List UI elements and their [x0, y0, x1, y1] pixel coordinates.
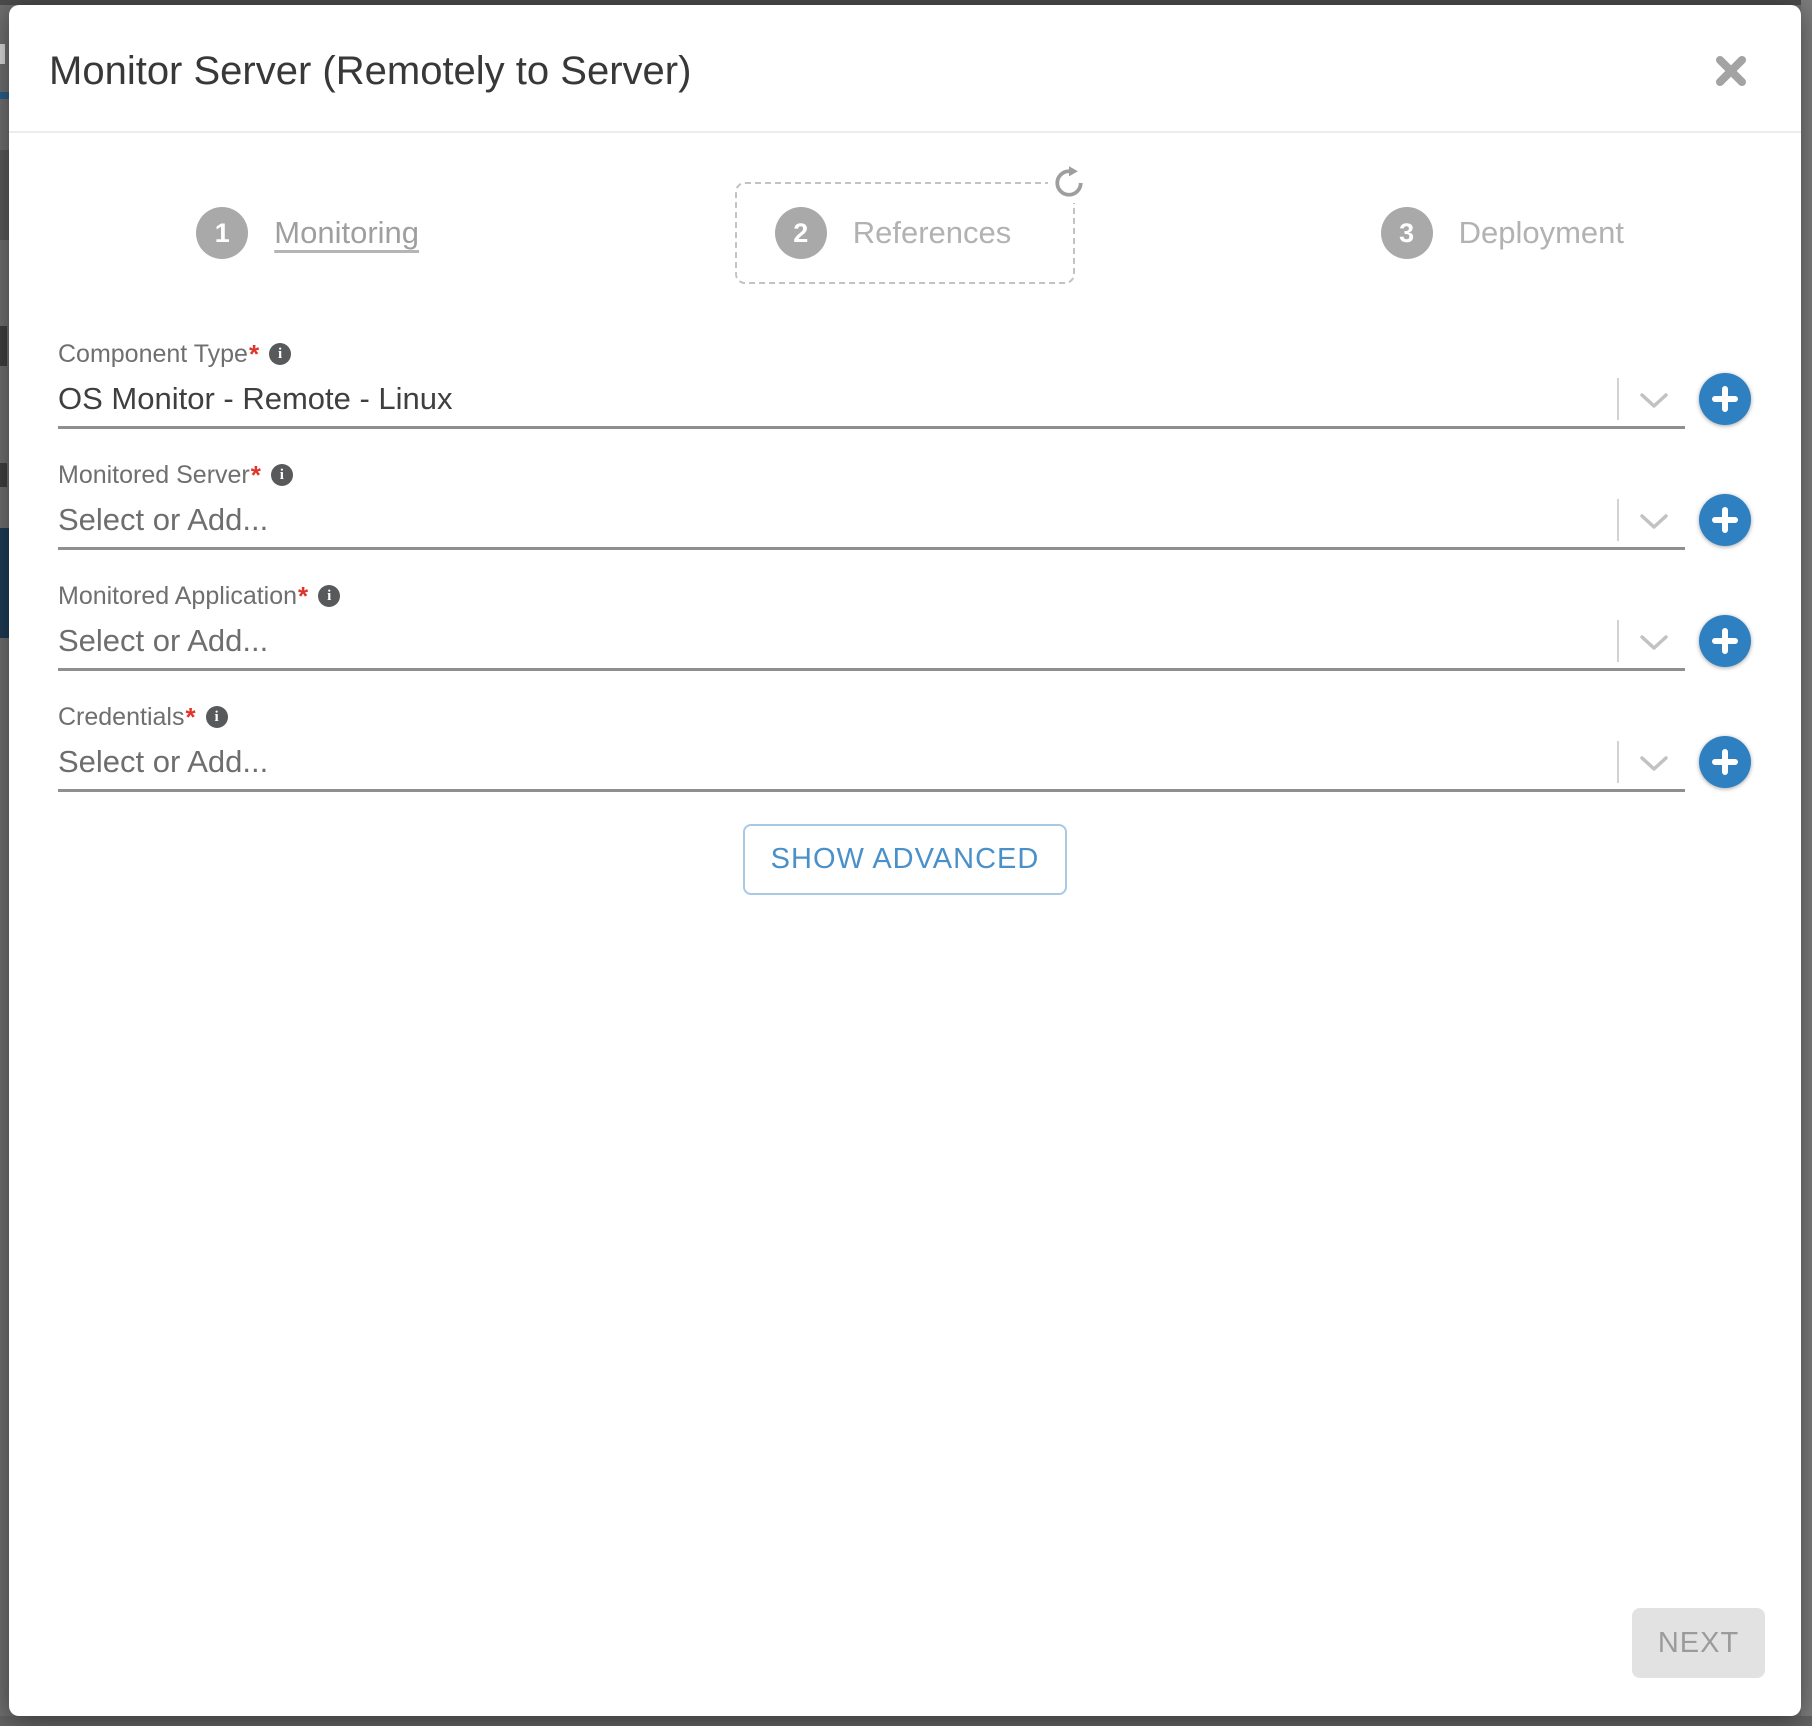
select-placeholder: Select or Add...	[58, 623, 268, 659]
step-monitoring[interactable]: 1 Monitoring	[196, 207, 419, 259]
info-icon[interactable]: i	[206, 706, 228, 728]
step-references-highlight-box: 2 References	[735, 182, 1076, 284]
background-page-fragment	[0, 326, 7, 366]
monitoring-form: Component Type* i OS Monitor - Remote - …	[58, 340, 1685, 792]
close-icon	[1711, 51, 1751, 91]
plus-icon	[1711, 506, 1739, 534]
select-divider	[1617, 378, 1619, 420]
add-credentials-button[interactable]	[1699, 736, 1751, 788]
background-page-fragment	[0, 92, 9, 99]
info-icon[interactable]: i	[318, 585, 340, 607]
component-type-field: Component Type* i OS Monitor - Remote - …	[58, 340, 1685, 429]
info-icon[interactable]: i	[271, 464, 293, 486]
field-label: Component Type	[58, 340, 248, 369]
step-references[interactable]: 2 References	[775, 207, 1012, 259]
step-label: References	[853, 215, 1012, 251]
select-divider	[1617, 741, 1619, 783]
step-deployment[interactable]: 3 Deployment	[1381, 207, 1624, 259]
add-monitored-server-button[interactable]	[1699, 494, 1751, 546]
add-monitored-application-button[interactable]	[1699, 615, 1751, 667]
chevron-down-icon[interactable]	[1639, 634, 1669, 652]
wizard-stepper: 1 Monitoring 2 References 3	[9, 133, 1801, 333]
monitored-server-select[interactable]: Select or Add...	[58, 493, 1685, 550]
dialog-header: Monitor Server (Remotely to Server)	[9, 5, 1801, 133]
select-divider	[1617, 620, 1619, 662]
monitored-server-field: Monitored Server* i Select or Add...	[58, 461, 1685, 550]
select-placeholder: Select or Add...	[58, 744, 268, 780]
show-advanced-button[interactable]: SHOW ADVANCED	[743, 824, 1068, 895]
step-label: Deployment	[1459, 215, 1624, 251]
component-type-select[interactable]: OS Monitor - Remote - Linux	[58, 372, 1685, 429]
required-marker: *	[249, 339, 259, 370]
background-page-fragment	[0, 463, 7, 487]
dialog-title: Monitor Server (Remotely to Server)	[49, 47, 691, 95]
monitored-application-select[interactable]: Select or Add...	[58, 614, 1685, 671]
plus-icon	[1711, 385, 1739, 413]
required-marker: *	[185, 702, 195, 733]
chevron-down-icon[interactable]	[1639, 755, 1669, 773]
monitor-server-dialog: Monitor Server (Remotely to Server) 1 Mo…	[9, 5, 1801, 1716]
plus-icon	[1711, 627, 1739, 655]
select-divider	[1617, 499, 1619, 541]
close-button[interactable]	[1709, 49, 1753, 93]
refresh-icon[interactable]	[1048, 163, 1090, 203]
chevron-down-icon[interactable]	[1639, 513, 1669, 531]
info-icon[interactable]: i	[269, 343, 291, 365]
credentials-field: Credentials* i Select or Add...	[58, 703, 1685, 792]
overlay-bottom	[0, 1716, 1812, 1726]
step-number-badge: 2	[775, 207, 827, 259]
field-label: Credentials	[58, 703, 184, 732]
add-component-type-button[interactable]	[1699, 373, 1751, 425]
background-page-fragment	[0, 528, 9, 638]
background-page-fragment	[0, 44, 5, 64]
step-number-badge: 3	[1381, 207, 1433, 259]
advanced-row: SHOW ADVANCED	[9, 824, 1801, 895]
next-button[interactable]: NEXT	[1632, 1608, 1765, 1678]
selected-value: OS Monitor - Remote - Linux	[58, 381, 453, 417]
field-label: Monitored Server	[58, 461, 250, 490]
monitored-application-field: Monitored Application* i Select or Add..…	[58, 582, 1685, 671]
background-page-fragment	[0, 150, 9, 240]
credentials-select[interactable]: Select or Add...	[58, 735, 1685, 792]
required-marker: *	[298, 581, 308, 612]
plus-icon	[1711, 748, 1739, 776]
step-label: Monitoring	[274, 215, 419, 251]
chevron-down-icon[interactable]	[1639, 392, 1669, 410]
overlay-right	[1801, 0, 1812, 1726]
select-placeholder: Select or Add...	[58, 502, 268, 538]
step-number-badge: 1	[196, 207, 248, 259]
field-label: Monitored Application	[58, 582, 297, 611]
required-marker: *	[251, 460, 261, 491]
